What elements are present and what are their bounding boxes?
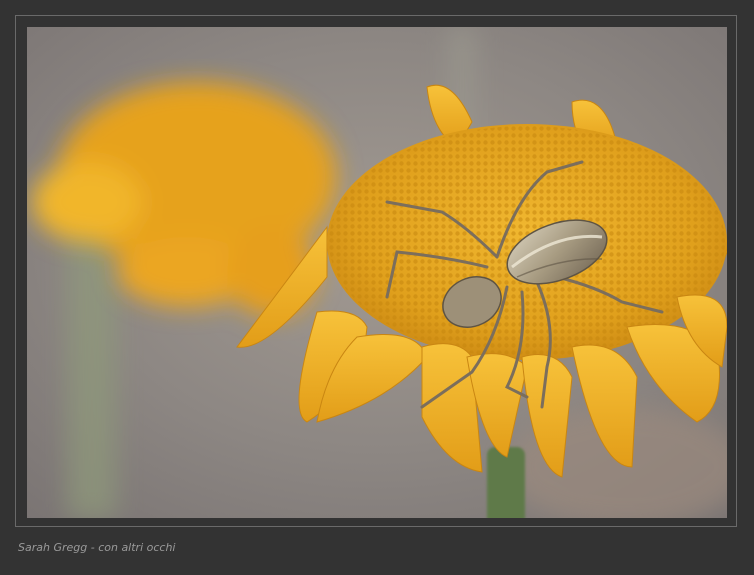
photo-caption: Sarah Gregg - con altri occhi xyxy=(18,541,176,554)
spider-flower-image xyxy=(27,27,727,518)
photo xyxy=(27,27,727,518)
